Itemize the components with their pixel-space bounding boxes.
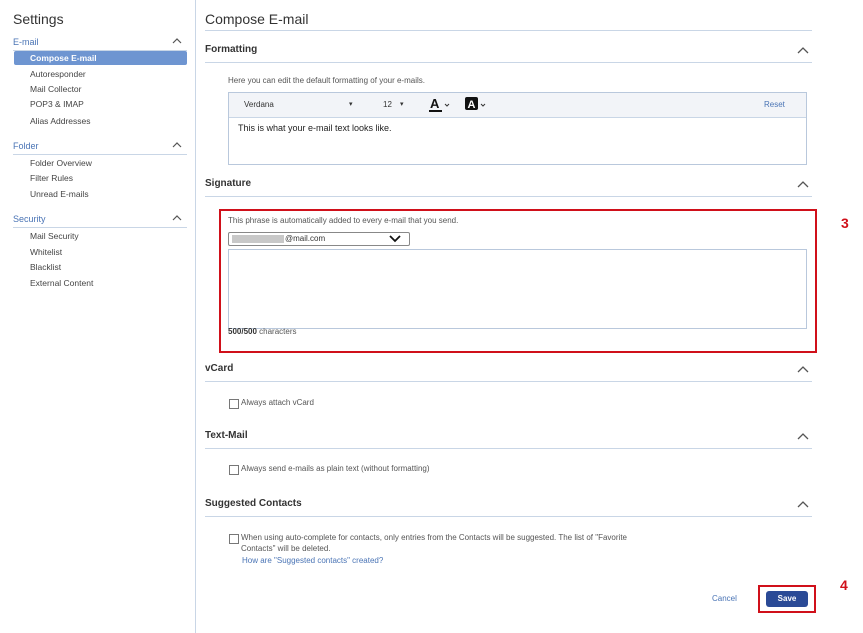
sidebar-item-mail-security[interactable]: Mail Security [14, 229, 187, 243]
group-label: Security [13, 214, 46, 224]
caret-down-icon[interactable]: ▾ [349, 100, 353, 108]
sidebar-item-unread-emails[interactable]: Unread E-mails [14, 187, 187, 201]
editor-toolbar: Verdana ▾ 12 ▾ A A Reset [229, 93, 806, 118]
section-vcard-header[interactable]: vCard [205, 363, 812, 382]
sidebar-title: Settings [13, 11, 64, 27]
group-label: Folder [13, 141, 39, 151]
svg-text:A: A [468, 99, 476, 111]
section-title: Suggested Contacts [205, 498, 302, 509]
save-highlight-box [758, 585, 816, 613]
sidebar-item-filter-rules[interactable]: Filter Rules [14, 171, 187, 185]
reset-formatting-link[interactable]: Reset [764, 100, 785, 109]
section-title: Text-Mail [205, 430, 248, 441]
section-signature-header[interactable]: Signature [205, 178, 812, 197]
section-suggested-contacts-header[interactable]: Suggested Contacts [205, 498, 812, 517]
sidebar-item-blacklist[interactable]: Blacklist [14, 260, 187, 274]
suggested-contacts-help-link[interactable]: How are "Suggested contacts" created? [242, 556, 383, 565]
chevron-up-icon[interactable] [796, 498, 810, 512]
section-textmail-header[interactable]: Text-Mail [205, 430, 812, 449]
sidebar-group-folder[interactable]: Folder [13, 140, 187, 155]
section-title: Formatting [205, 44, 258, 55]
sidebar-item-external-content[interactable]: External Content [14, 276, 187, 290]
chevron-up-icon[interactable] [171, 212, 183, 224]
attach-vcard-checkbox[interactable] [229, 399, 239, 409]
plain-text-label: Always send e-mails as plain text (witho… [241, 464, 430, 473]
title-divider [205, 30, 812, 31]
section-title: Signature [205, 178, 252, 189]
sidebar-item-whitelist[interactable]: Whitelist [14, 245, 187, 259]
suggested-contacts-label-line2: Contacts" will be deleted. [241, 544, 331, 553]
annotation-marker-3: 3 [841, 215, 849, 231]
font-size-select[interactable]: 12 [383, 100, 392, 109]
suggested-contacts-checkbox[interactable] [229, 534, 239, 544]
settings-sidebar: Settings E-mail Compose E-mail Autorespo… [0, 0, 196, 633]
signature-highlight-box [219, 209, 817, 353]
sidebar-item-folder-overview[interactable]: Folder Overview [14, 156, 187, 170]
annotation-marker-4: 4 [840, 577, 848, 593]
group-label: E-mail [13, 37, 39, 47]
caret-down-icon[interactable]: ▾ [400, 100, 404, 108]
attach-vcard-label: Always attach vCard [241, 398, 314, 407]
chevron-up-icon[interactable] [171, 35, 183, 47]
sidebar-item-alias-addresses[interactable]: Alias Addresses [14, 114, 187, 128]
sidebar-group-email[interactable]: E-mail [13, 36, 187, 51]
font-family-select[interactable]: Verdana [244, 100, 274, 109]
formatting-hint: Here you can edit the default formatting… [228, 76, 425, 85]
sidebar-item-compose-email[interactable]: Compose E-mail [14, 51, 187, 65]
formatting-editor[interactable]: Verdana ▾ 12 ▾ A A Reset This is what yo… [228, 92, 807, 165]
chevron-up-icon[interactable] [796, 363, 810, 377]
section-title: vCard [205, 363, 234, 374]
preview-text: This is what your e-mail text looks like… [238, 123, 392, 133]
suggested-contacts-label-line1: When using auto-complete for contacts, o… [241, 533, 627, 542]
chevron-up-icon[interactable] [796, 44, 810, 58]
svg-text:A: A [430, 96, 440, 111]
chevron-up-icon[interactable] [171, 139, 183, 151]
cancel-button[interactable]: Cancel [712, 594, 737, 603]
text-color-icon[interactable]: A [429, 96, 451, 114]
sidebar-item-mail-collector[interactable]: Mail Collector [14, 82, 187, 96]
chevron-up-icon[interactable] [796, 178, 810, 192]
sidebar-item-autoresponder[interactable]: Autoresponder [14, 67, 187, 81]
sidebar-group-security[interactable]: Security [13, 213, 187, 228]
highlight-color-icon[interactable]: A [465, 96, 487, 114]
chevron-up-icon[interactable] [796, 430, 810, 444]
section-formatting-header[interactable]: Formatting [205, 44, 812, 63]
page-title: Compose E-mail [205, 11, 309, 27]
plain-text-checkbox[interactable] [229, 465, 239, 475]
sidebar-item-pop3-imap[interactable]: POP3 & IMAP [14, 97, 187, 111]
